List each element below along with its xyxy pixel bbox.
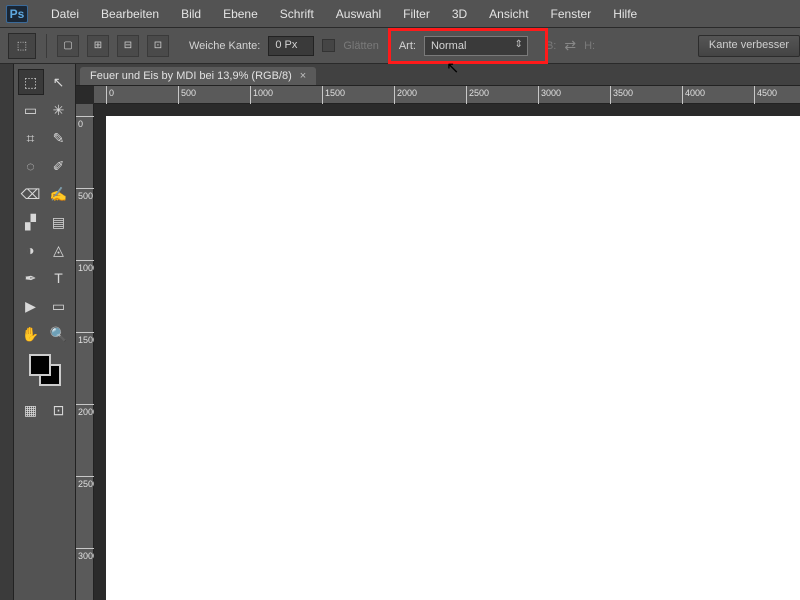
ruler-horizontal[interactable]: 0 500 1000 1500 2000 2500 3000 3500 4000 4500 <box>94 86 800 104</box>
type-tool[interactable]: T <box>46 265 72 291</box>
ruler-tick: 500 <box>178 86 179 104</box>
menu-datei[interactable]: Datei <box>42 5 88 23</box>
ruler-tick: 2000 <box>76 404 94 405</box>
menu-bild[interactable]: Bild <box>172 5 210 23</box>
document-tab[interactable]: Feuer und Eis by MDI bei 13,9% (RGB/8) × <box>80 67 316 85</box>
height-label: H: <box>584 40 595 52</box>
marquee-tool[interactable]: ⬚ <box>18 69 44 95</box>
lasso-tool[interactable]: ▭ <box>18 97 44 123</box>
selection-add-icon[interactable]: ⊞ <box>87 35 109 57</box>
move-tool[interactable]: ↖ <box>46 69 72 95</box>
ruler-tick: 2500 <box>76 476 94 477</box>
selection-intersect-icon[interactable]: ⊡ <box>147 35 169 57</box>
menu-ansicht[interactable]: Ansicht <box>480 5 537 23</box>
antialias-label: Glätten <box>343 40 378 52</box>
ruler-tick: 2500 <box>466 86 467 104</box>
gradient-tool[interactable]: ▤ <box>46 209 72 235</box>
swap-dimensions-icon[interactable]: ⇄ <box>564 37 576 54</box>
ruler-tick: 3500 <box>610 86 611 104</box>
blur-tool[interactable]: ◑ <box>18 237 44 263</box>
color-swatch[interactable] <box>29 354 61 386</box>
antialias-checkbox[interactable] <box>322 39 335 52</box>
eraser-tool[interactable]: ▞ <box>18 209 44 235</box>
style-label: Art: <box>399 40 416 52</box>
zoom-tool[interactable]: 🔍 <box>46 321 72 347</box>
marquee-icon: ⬚ <box>17 39 27 52</box>
ruler-tick: 4000 <box>682 86 683 104</box>
magic-wand-tool[interactable]: ✳ <box>46 97 72 123</box>
foreground-color[interactable] <box>29 354 51 376</box>
healing-tool[interactable]: ◌ <box>18 153 44 179</box>
ruler-tick: 3000 <box>76 548 94 549</box>
tab-title: Feuer und Eis by MDI bei 13,9% (RGB/8) <box>90 70 292 82</box>
hand-tool[interactable]: ✋ <box>18 321 44 347</box>
menu-fenster[interactable]: Fenster <box>542 5 601 23</box>
ruler-tick: 1000 <box>76 260 94 261</box>
canvas-background <box>94 104 800 600</box>
quickmask-tool[interactable]: ▦ <box>18 397 44 423</box>
eyedropper-tool[interactable]: ✎ <box>46 125 72 151</box>
ruler-tick: 500 <box>76 188 94 189</box>
menu-bar: Ps Datei Bearbeiten Bild Ebene Schrift A… <box>0 0 800 28</box>
toolbox: ⬚↖ ▭✳ ⌗✎ ◌✐ ⌫✍ ▞▤ ◑◬ ✒T ▶▭ ✋🔍 ▦ ⊡ <box>14 64 76 600</box>
menu-schrift[interactable]: Schrift <box>271 5 323 23</box>
pen-tool[interactable]: ✒ <box>18 265 44 291</box>
refine-edge-button[interactable]: Kante verbesser <box>698 35 800 57</box>
ruler-tick: 0 <box>76 116 94 117</box>
tab-close-icon[interactable]: × <box>300 70 306 82</box>
ruler-tick: 1500 <box>322 86 323 104</box>
menu-hilfe[interactable]: Hilfe <box>604 5 646 23</box>
stamp-tool[interactable]: ⌫ <box>18 181 44 207</box>
brush-tool[interactable]: ✐ <box>46 153 72 179</box>
menu-bearbeiten[interactable]: Bearbeiten <box>92 5 168 23</box>
screenmode-tool[interactable]: ⊡ <box>46 397 72 423</box>
tab-strip: Feuer und Eis by MDI bei 13,9% (RGB/8) × <box>76 64 800 86</box>
dodge-tool[interactable]: ◬ <box>46 237 72 263</box>
ruler-tick: 3000 <box>538 86 539 104</box>
menu-3d[interactable]: 3D <box>443 5 476 23</box>
selection-subtract-icon[interactable]: ⊟ <box>117 35 139 57</box>
shape-tool[interactable]: ▭ <box>46 293 72 319</box>
ruler-tick: 1500 <box>76 332 94 333</box>
path-select-tool[interactable]: ▶ <box>18 293 44 319</box>
separator <box>46 34 47 58</box>
feather-label: Weiche Kante: <box>189 40 260 52</box>
ruler-tick: 0 <box>106 86 107 104</box>
menu-auswahl[interactable]: Auswahl <box>327 5 390 23</box>
width-label: B: <box>546 40 556 52</box>
ruler-tick: 1000 <box>250 86 251 104</box>
history-brush-tool[interactable]: ✍ <box>46 181 72 207</box>
app-logo: Ps <box>6 5 28 23</box>
style-select[interactable]: Normal <box>424 36 528 56</box>
menu-filter[interactable]: Filter <box>394 5 439 23</box>
menu-ebene[interactable]: Ebene <box>214 5 267 23</box>
ruler-vertical[interactable]: 0 500 1000 1500 2000 2500 3000 <box>76 104 94 600</box>
document-area: Feuer und Eis by MDI bei 13,9% (RGB/8) ×… <box>76 64 800 600</box>
canvas[interactable] <box>106 116 800 600</box>
options-bar: ⬚ ▢ ⊞ ⊟ ⊡ Weiche Kante: 0 Px Glätten Art… <box>0 28 800 64</box>
ruler-tick: 2000 <box>394 86 395 104</box>
ruler-tick: 4500 <box>754 86 755 104</box>
left-gutter <box>0 64 14 600</box>
workspace: ⬚↖ ▭✳ ⌗✎ ◌✐ ⌫✍ ▞▤ ◑◬ ✒T ▶▭ ✋🔍 ▦ ⊡ Feuer … <box>0 64 800 600</box>
active-tool-indicator[interactable]: ⬚ <box>8 33 36 59</box>
feather-input[interactable]: 0 Px <box>268 36 314 56</box>
crop-tool[interactable]: ⌗ <box>18 125 44 151</box>
selection-new-icon[interactable]: ▢ <box>57 35 79 57</box>
